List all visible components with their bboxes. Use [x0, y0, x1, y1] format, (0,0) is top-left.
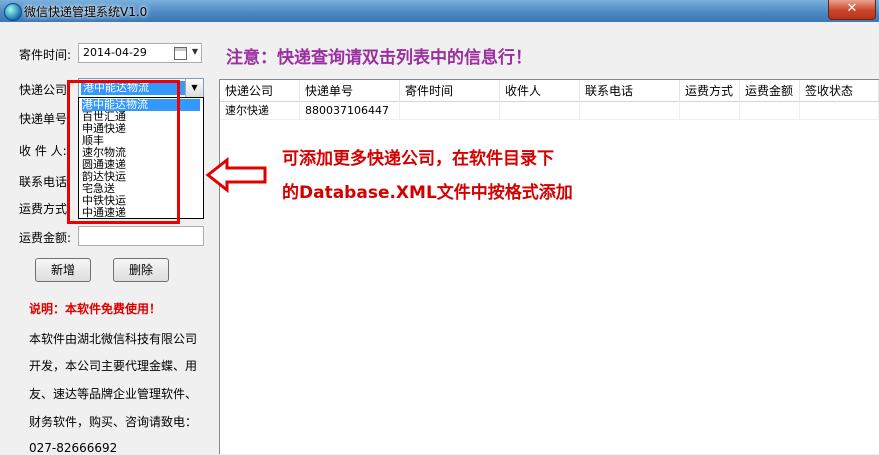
tracking-label: 快递单号: [19, 112, 72, 126]
note-line: 027-82666692 [29, 441, 118, 455]
notice-text: 注意：快递查询请双击列表中的信息行！ [226, 48, 532, 68]
note-line: 友、速达等品牌企业管理软件、 [29, 387, 198, 401]
tip-line: 可添加更多快递公司，在软件目录下 [282, 149, 554, 169]
fee-label: 运费金额: [19, 231, 72, 245]
table-cell[interactable] [400, 102, 500, 120]
receiver-label: 收 件 人: [19, 144, 67, 158]
window-title: 微信快递管理系统V1.0 [24, 5, 148, 19]
left-arrow-icon [205, 157, 267, 193]
note-title: 说明：本软件免费使用！ [29, 302, 162, 316]
column-header[interactable]: 快递单号 [300, 80, 400, 102]
courier-dropdown-list: 港中能达物流 百世汇通 申通快递 顺丰 速尔物流 圆通速递 韵达快运 宅急送 中铁快运 中通速递 [78, 97, 204, 219]
table-cell[interactable] [500, 102, 580, 120]
add-button[interactable]: 新增 [35, 258, 91, 282]
close-button[interactable]: ✕ [828, 0, 876, 20]
chevron-down-icon[interactable]: ▼ [192, 47, 198, 56]
column-header[interactable]: 收件人 [500, 80, 580, 102]
table-cell[interactable]: 880037106447 [300, 102, 400, 120]
title-bar: 微信快递管理系统V1.0 ✕ [0, 0, 879, 22]
send-time-value: 2014-04-29 [83, 46, 147, 59]
table-cell[interactable] [800, 102, 879, 120]
table-cell[interactable] [680, 102, 740, 120]
note-line: 开发，本公司主要代理金蝶、用 [29, 359, 198, 373]
chevron-down-icon[interactable]: ▼ [185, 79, 203, 97]
phone-label: 联系电话: [19, 175, 72, 189]
column-header[interactable]: 联系电话 [580, 80, 680, 102]
column-header[interactable]: 签收状态 [800, 80, 879, 102]
send-time-label: 寄件时间: [19, 48, 72, 62]
column-header[interactable]: 寄件时间 [400, 80, 500, 102]
courier-select[interactable]: 港中能达物流 ▼ [78, 78, 204, 98]
table-cell[interactable] [740, 102, 800, 120]
courier-label: 快递公司: [19, 83, 72, 97]
shipping-label: 运费方式: [19, 202, 72, 216]
tip-line: 的Database.XML文件中按格式添加 [282, 183, 573, 203]
courier-selected-value: 港中能达物流 [81, 81, 187, 95]
note-line: 财务软件，购买、咨询请致电： [29, 415, 198, 429]
column-header[interactable]: 运费金额 [740, 80, 800, 102]
note-line: 本软件由湖北微信科技有限公司 [29, 332, 198, 346]
table-cell[interactable] [580, 102, 680, 120]
calendar-icon[interactable] [174, 47, 187, 60]
shipment-table[interactable]: 快递公司 快递单号 寄件时间 收件人 联系电话 运费方式 运费金额 签收状态速尔快递 88003… [219, 79, 879, 454]
column-header[interactable]: 运费方式 [680, 80, 740, 102]
column-header[interactable]: 快递公司 [220, 80, 300, 102]
dropdown-option[interactable]: 中通速递 [82, 207, 200, 219]
fee-input[interactable] [78, 226, 204, 246]
delete-button[interactable]: 删除 [113, 258, 169, 282]
table-cell[interactable]: 速尔快递 [220, 102, 300, 120]
app-logo-icon [4, 3, 22, 21]
send-time-picker[interactable]: 2014-04-29 ▼ [78, 43, 202, 63]
